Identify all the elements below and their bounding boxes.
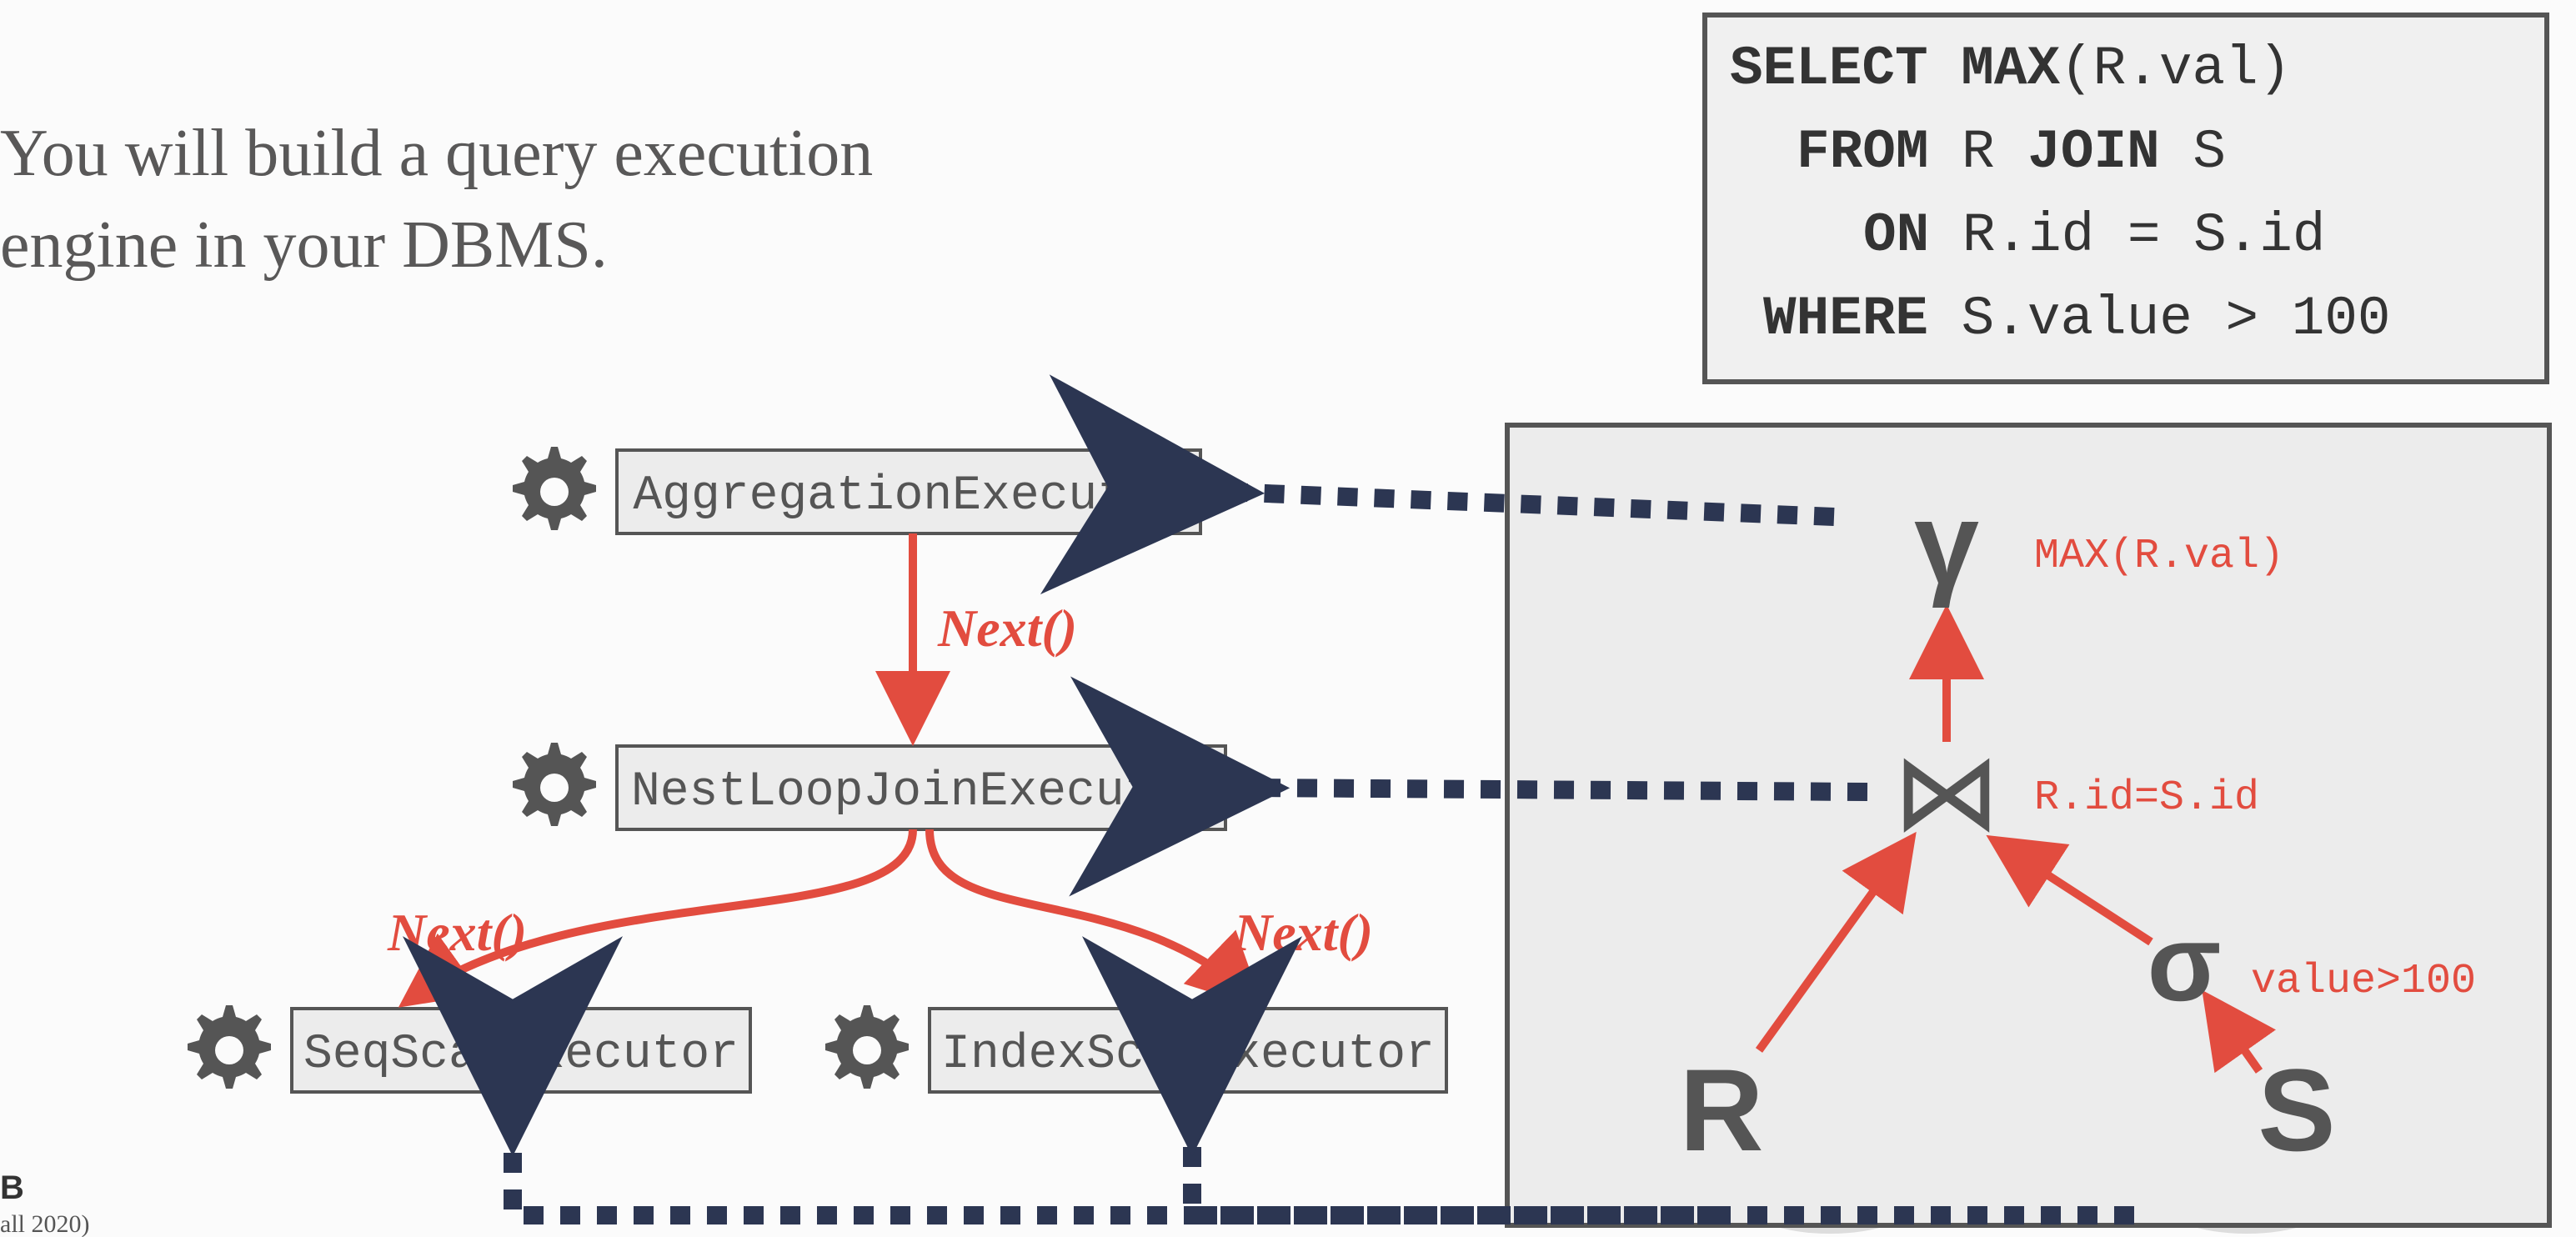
sql-s: S	[2193, 121, 2226, 183]
executor-indexscan-label: IndexScanExecutor	[941, 1028, 1435, 1082]
executor-aggregation-label: AggregationExecutor	[633, 469, 1184, 523]
sql-join-kw: JOIN	[2027, 121, 2159, 183]
diagram-root: You will build a query execution engine …	[0, 0, 2576, 1237]
executor-aggregation: AggregationExecutor	[513, 447, 1200, 533]
executor-indexscan: IndexScanExecutor	[825, 1005, 1446, 1092]
sql-max-arg: (R.val)	[2060, 38, 2291, 100]
sql-r: R	[1962, 121, 1995, 183]
next-label-2: Next()	[387, 903, 527, 962]
plan-tree-panel: γ MAX(R.val) ⋈ R.id=S.id σ value>100 R S	[1507, 425, 2549, 1225]
footer-b: B	[0, 1169, 24, 1206]
executor-seqscan-label: SeqScanExecutor	[303, 1028, 739, 1082]
sql-box: SELECT MAX(R.val) FROM R JOIN S ON R.id …	[1705, 15, 2547, 382]
sql-where-kw: WHERE	[1763, 288, 1928, 350]
sql-from-kw: FROM	[1797, 121, 1928, 183]
executor-nestloopjoin: NestLoopJoinExecutor	[513, 743, 1225, 829]
op-sigma-label: value>100	[2251, 958, 2476, 1005]
op-join: ⋈	[1892, 731, 2001, 853]
op-gamma-label: MAX(R.val)	[2034, 533, 2284, 580]
sql-on-expr: R.id = S.id	[1962, 204, 2326, 267]
gear-icon	[188, 1005, 271, 1089]
sql-select-kw: SELECT	[1730, 38, 1928, 100]
leaf-s: S	[2258, 1044, 2335, 1175]
heading-line2: engine in your DBMS.	[0, 208, 608, 282]
op-sigma: σ	[2148, 902, 2222, 1024]
leaf-r: R	[1679, 1044, 1763, 1175]
heading-line1: You will build a query execution	[0, 117, 873, 190]
footer-sem: all 2020)	[0, 1210, 89, 1237]
op-join-label: R.id=S.id	[2034, 774, 2259, 822]
executor-seqscan: SeqScanExecutor	[188, 1005, 750, 1092]
next-label-3: Next()	[1233, 903, 1373, 962]
sql-where-expr: S.value > 100	[1962, 288, 2391, 350]
gear-icon	[825, 1005, 909, 1089]
op-gamma: γ	[1914, 478, 1979, 608]
executor-nestloopjoin-label: NestLoopJoinExecutor	[631, 765, 1211, 819]
gear-icon	[513, 743, 596, 826]
gear-icon	[513, 447, 596, 530]
arrow-next-join-idx	[930, 829, 1255, 1000]
next-label-1: Next()	[937, 598, 1077, 658]
link-join-join	[1250, 788, 1867, 792]
sql-on-kw: ON	[1863, 204, 1929, 267]
sql-max-fn: MAX	[1961, 38, 2060, 100]
